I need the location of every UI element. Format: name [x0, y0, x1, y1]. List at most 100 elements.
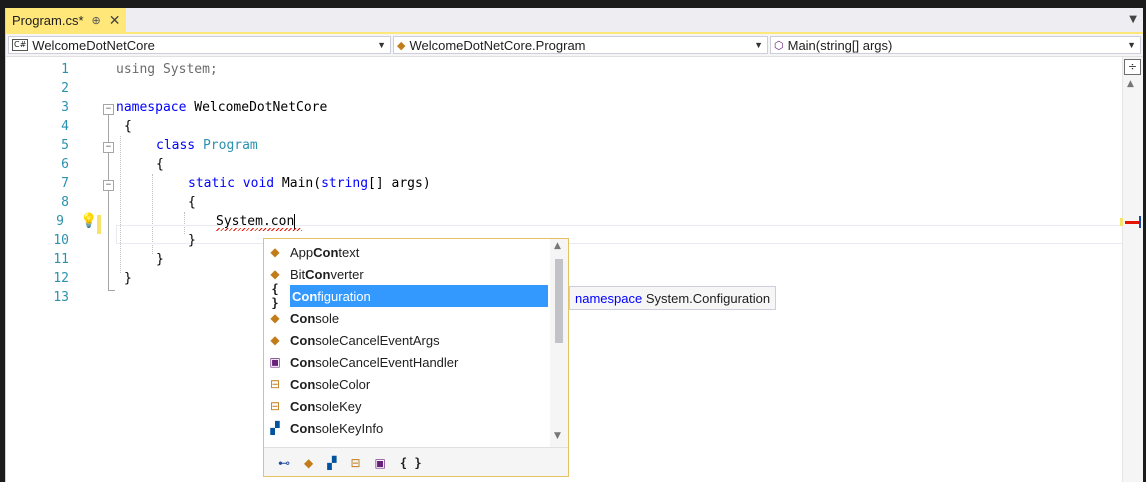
tooltip-text: System.Configuration [642, 290, 771, 306]
pin-icon[interactable]: ⊕ [92, 14, 101, 27]
type-dropdown[interactable]: ◆ WelcomeDotNetCore.Program ▼ [393, 36, 768, 54]
filter-structs-icon[interactable]: ▞ [327, 456, 336, 470]
item-text: soleKey [315, 398, 362, 414]
scroll-down-icon[interactable]: ▼ [554, 431, 561, 441]
collapse-class-icon[interactable]: − [103, 142, 114, 153]
enum-icon: ⊟ [269, 399, 281, 413]
method-icon: ⬡ [774, 39, 784, 52]
error-squiggle [216, 228, 302, 231]
line-number: 5 [61, 138, 69, 153]
item-text: text [338, 244, 360, 260]
completion-item[interactable]: ⊟ Con soleColor [266, 373, 548, 395]
completion-item-selected[interactable]: { } Con figuration [266, 282, 548, 310]
code-line-10: } [188, 233, 196, 248]
code-line-12: } [124, 271, 132, 286]
item-text: soleColor [315, 376, 371, 392]
filter-extension-methods-icon[interactable]: ⊷ [278, 456, 290, 470]
split-window-icon[interactable]: ÷ [1124, 59, 1141, 75]
intellisense-completion-list[interactable]: ◆ App Con text ◆ Bit Con verter { } Con figurati… [263, 238, 569, 477]
text-caret [294, 214, 296, 229]
vertical-scrollbar[interactable] [1122, 57, 1143, 482]
code-line-3: namespace WelcomeDotNetCore [116, 98, 327, 117]
code-text: con [270, 214, 295, 229]
code-text: System; [155, 62, 218, 77]
csharp-project-icon: C# [12, 39, 29, 51]
item-text: soleKeyInfo [315, 420, 384, 436]
item-match: Con [305, 266, 331, 282]
chevron-down-icon: ▼ [377, 40, 386, 50]
item-match: Con [290, 398, 316, 414]
collapse-namespace-icon[interactable]: − [103, 104, 114, 115]
type-name: Program [195, 138, 258, 153]
project-name: WelcomeDotNetCore [32, 37, 155, 53]
filter-delegates-icon[interactable]: ▣ [375, 456, 386, 470]
line-number: 13 [53, 290, 69, 305]
lightbulb-icon[interactable]: 💡 [80, 212, 97, 231]
change-marker [1120, 218, 1123, 226]
item-text: sole [315, 310, 340, 326]
item-text: verter [330, 266, 364, 282]
scroll-thumb[interactable] [555, 259, 563, 343]
completion-item[interactable]: ◆ Con soleCancelEventArgs [266, 329, 548, 351]
item-match: Con [290, 310, 316, 326]
class-icon: ◆ [270, 333, 280, 347]
line-number: 3 [61, 100, 69, 115]
item-match: Con [313, 244, 339, 260]
document-tab-strip: Program.cs* ⊕ ✕ ▼ [6, 8, 1143, 34]
line-number: 8 [61, 195, 69, 210]
item-match: Con [290, 354, 316, 370]
scroll-up-icon[interactable]: ▲ [1127, 79, 1134, 89]
completion-item[interactable]: ◆ App Con text [266, 241, 548, 263]
code-editor[interactable]: 1 2 3 4 5 6 7 8 9 10 11 12 13 💡 − − − us… [6, 57, 1143, 482]
completion-item[interactable]: ▞ Con soleKeyInfo [266, 417, 548, 439]
class-icon: ◆ [270, 311, 280, 325]
tab-list-dropdown-icon[interactable]: ▼ [1129, 14, 1137, 25]
item-text: Bit [290, 266, 306, 282]
filter-namespaces-icon[interactable]: { } [400, 456, 422, 470]
code-line-1: using System; [116, 60, 218, 79]
enum-icon: ⊟ [269, 377, 281, 391]
code-line-7: static void Main(string[] args) [188, 174, 431, 193]
completion-item[interactable]: ◆ Bit Con verter [266, 263, 548, 285]
completion-item[interactable]: ▣ Con soleCancelEventHandler [266, 351, 548, 373]
change-tracking-bar [97, 215, 101, 234]
item-text: figuration [317, 288, 371, 304]
code-text: System. [216, 214, 271, 229]
fold-end [108, 290, 115, 291]
error-marker [1125, 221, 1140, 224]
completion-filter-bar: ⊷ ◆ ▞ ⊟ ▣ { } [264, 447, 568, 477]
delegate-icon: ▣ [269, 355, 281, 369]
keyword: namespace [116, 100, 187, 115]
code-text: [] args) [368, 176, 431, 191]
type-name: WelcomeDotNetCore.Program [409, 37, 586, 53]
quickinfo-tooltip: namespace System.Configuration [569, 286, 777, 310]
keyword: string [321, 176, 369, 191]
scroll-up-icon[interactable]: ▲ [554, 241, 561, 251]
completion-item[interactable]: ◆ Con sole [266, 307, 548, 329]
filter-enums-icon[interactable]: ⊟ [350, 456, 360, 470]
item-match: Con [290, 420, 316, 436]
line-number: 2 [61, 81, 69, 96]
line-number: 9 [56, 214, 64, 229]
tooltip-keyword: namespace [575, 290, 643, 306]
code-line-6: { [156, 157, 164, 172]
completion-scrollbar[interactable]: ▲ ▼ [550, 239, 568, 447]
code-text: WelcomeDotNetCore [186, 100, 328, 115]
item-match: Con [292, 288, 318, 304]
tab-title: Program.cs* [12, 12, 84, 28]
completion-item[interactable]: ⊟ Con soleKey [266, 395, 548, 417]
indent-guide [120, 136, 121, 273]
item-match: Con [290, 376, 316, 392]
tab-program-cs[interactable]: Program.cs* ⊕ ✕ [6, 8, 127, 32]
member-dropdown[interactable]: ⬡ Main(string[] args) ▼ [770, 36, 1141, 54]
filter-classes-icon[interactable]: ◆ [304, 456, 313, 470]
chevron-down-icon: ▼ [754, 40, 763, 50]
chevron-down-icon: ▼ [1127, 40, 1136, 50]
line-number: 4 [61, 119, 69, 134]
keyword: using [116, 62, 156, 77]
close-icon[interactable]: ✕ [109, 12, 121, 29]
member-name: Main(string[] args) [787, 37, 893, 53]
collapse-method-icon[interactable]: − [103, 180, 114, 191]
code-text: Main( [274, 176, 322, 191]
project-dropdown[interactable]: C# WelcomeDotNetCore ▼ [8, 36, 391, 54]
